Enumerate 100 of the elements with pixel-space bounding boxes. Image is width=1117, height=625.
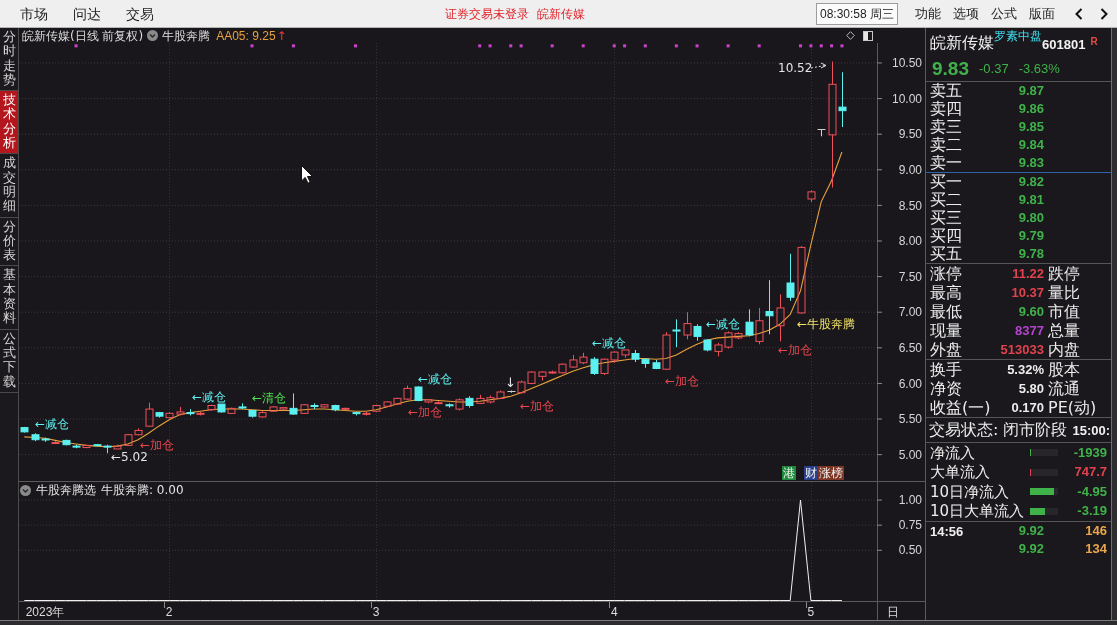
panel-icon[interactable]: [863, 30, 873, 41]
side-tab[interactable]: 公式下载: [0, 329, 18, 393]
order-price: 9.86: [1018, 101, 1044, 117]
order-price: 9.87: [1018, 83, 1044, 99]
candle: [465, 395, 474, 409]
candle: [569, 354, 578, 369]
pointer-arrow: [810, 62, 827, 69]
date-label: 3: [372, 605, 380, 619]
candle: [786, 253, 795, 302]
stock-tag[interactable]: 涨榜: [818, 466, 844, 480]
candle: [714, 342, 723, 357]
candle: [703, 338, 712, 352]
side-tab[interactable]: 基本资料: [0, 266, 18, 330]
order-price: 9.79: [1018, 228, 1044, 244]
candle: [797, 245, 806, 315]
order-label: 卖一: [930, 154, 962, 172]
candle: [590, 356, 599, 376]
status-label: 交易状态: 闭市阶段: [929, 421, 1068, 439]
axis-label: 8.00: [898, 234, 922, 249]
chart-annotation: ↓: [505, 375, 516, 390]
axis-label: 10.00: [891, 91, 922, 106]
menu-item[interactable]: 版面: [1029, 5, 1055, 22]
order-price: 9.85: [1018, 119, 1044, 135]
axis-label: 6.50: [898, 341, 922, 355]
side-tab[interactable]: 分价表: [0, 217, 18, 267]
menu-item[interactable]: 功能: [915, 5, 941, 22]
date-label: 4: [610, 605, 618, 619]
menu-item[interactable]: 选项: [953, 5, 979, 22]
date-label: 2023年: [25, 605, 65, 619]
last-price: 9.83: [932, 57, 969, 80]
flow-label: 10日大单流入: [930, 502, 1025, 521]
indicator-title: 牛股奔腾选: [36, 483, 96, 497]
axis-label: 10.50: [891, 56, 922, 71]
stat-value: 513033: [1000, 341, 1044, 358]
flow-label: 大单流入: [930, 463, 990, 482]
login-status-text: 证券交易未登录: [445, 5, 529, 22]
trade-volume: 146: [1085, 523, 1107, 539]
order-label: 卖五: [930, 82, 962, 100]
order-label: 卖四: [930, 100, 962, 118]
menu-item[interactable]: 交易: [126, 4, 154, 23]
flow-value: -1939: [1073, 444, 1107, 461]
axis-label: 5.50: [898, 412, 922, 427]
candle: [527, 370, 536, 385]
stat-label: 量比: [1048, 283, 1080, 302]
period-label: 日: [887, 605, 899, 619]
stat-value: 8377: [1015, 322, 1044, 339]
chart-annotation: ←加仓: [778, 343, 813, 357]
date-label: 5: [807, 605, 815, 619]
chart-annotation: ←加仓: [408, 405, 443, 419]
axis-label: 6.00: [898, 376, 922, 391]
axis-label: 8.50: [898, 198, 922, 213]
menu-item[interactable]: 市场: [20, 4, 48, 23]
order-price: 9.83: [1018, 155, 1044, 171]
chevron-circle-icon[interactable]: [147, 30, 159, 41]
stock-name: 皖新传媒: [537, 5, 585, 22]
flow-value: -3.19: [1077, 503, 1107, 520]
stat-label: 净资: [930, 379, 962, 398]
chevron-left-icon[interactable]: [1075, 7, 1083, 20]
stat-label: PE(动): [1048, 398, 1097, 417]
stat-label: 外盘: [930, 340, 962, 359]
stock-tag[interactable]: 港: [782, 466, 796, 480]
candle: [486, 395, 495, 404]
chart-annotation: ←加仓: [140, 438, 175, 452]
diamond-icon[interactable]: [846, 31, 855, 40]
order-price: 9.82: [1018, 174, 1044, 190]
menu-item[interactable]: 公式: [991, 5, 1017, 22]
chart-annotation: ←牛股奔腾: [797, 317, 856, 331]
order-label: 卖二: [930, 136, 962, 154]
stat-value: 5.80: [1018, 380, 1044, 397]
chart-annotation: ←减仓: [706, 317, 741, 331]
candle: [496, 390, 505, 400]
chart-annotation: ←减仓: [418, 372, 453, 386]
trade-time: 14:56: [930, 523, 965, 539]
axis-label: 1.00: [898, 493, 922, 508]
axis-label: 9.50: [898, 127, 922, 142]
stock-tag[interactable]: 财: [804, 466, 818, 480]
order-label: 买四: [930, 227, 962, 245]
flow-label: 净流入: [930, 443, 975, 462]
chevron-right-icon[interactable]: [1100, 7, 1108, 20]
candle: [672, 318, 681, 348]
candle: [817, 128, 826, 137]
menu-item[interactable]: 问达: [73, 4, 101, 23]
stat-value: 5.32%: [1007, 361, 1044, 378]
order-label: 买五: [930, 245, 962, 263]
stat-value: 10.37: [1011, 284, 1044, 301]
axis-label: 0.75: [898, 518, 922, 533]
candle: [176, 406, 185, 416]
side-tab[interactable]: 成交明细: [0, 154, 18, 218]
trade-price: 9.92: [1018, 523, 1044, 539]
stat-value: 0.170: [1011, 399, 1044, 416]
indicator-name: 牛股奔腾: [162, 28, 211, 43]
indicator-reading: 牛股奔腾: 0.00: [101, 483, 184, 497]
chevron-circle-icon[interactable]: [20, 484, 31, 496]
axis-label: 7.50: [898, 269, 922, 284]
order-price: 9.78: [1018, 246, 1044, 262]
status-time: 15:00:: [1072, 422, 1111, 438]
candle: [641, 358, 650, 369]
cursor-icon: [301, 165, 313, 184]
clock-text: 08:30:58 周三: [815, 2, 898, 25]
side-tab[interactable]: 技术分析: [0, 91, 18, 155]
